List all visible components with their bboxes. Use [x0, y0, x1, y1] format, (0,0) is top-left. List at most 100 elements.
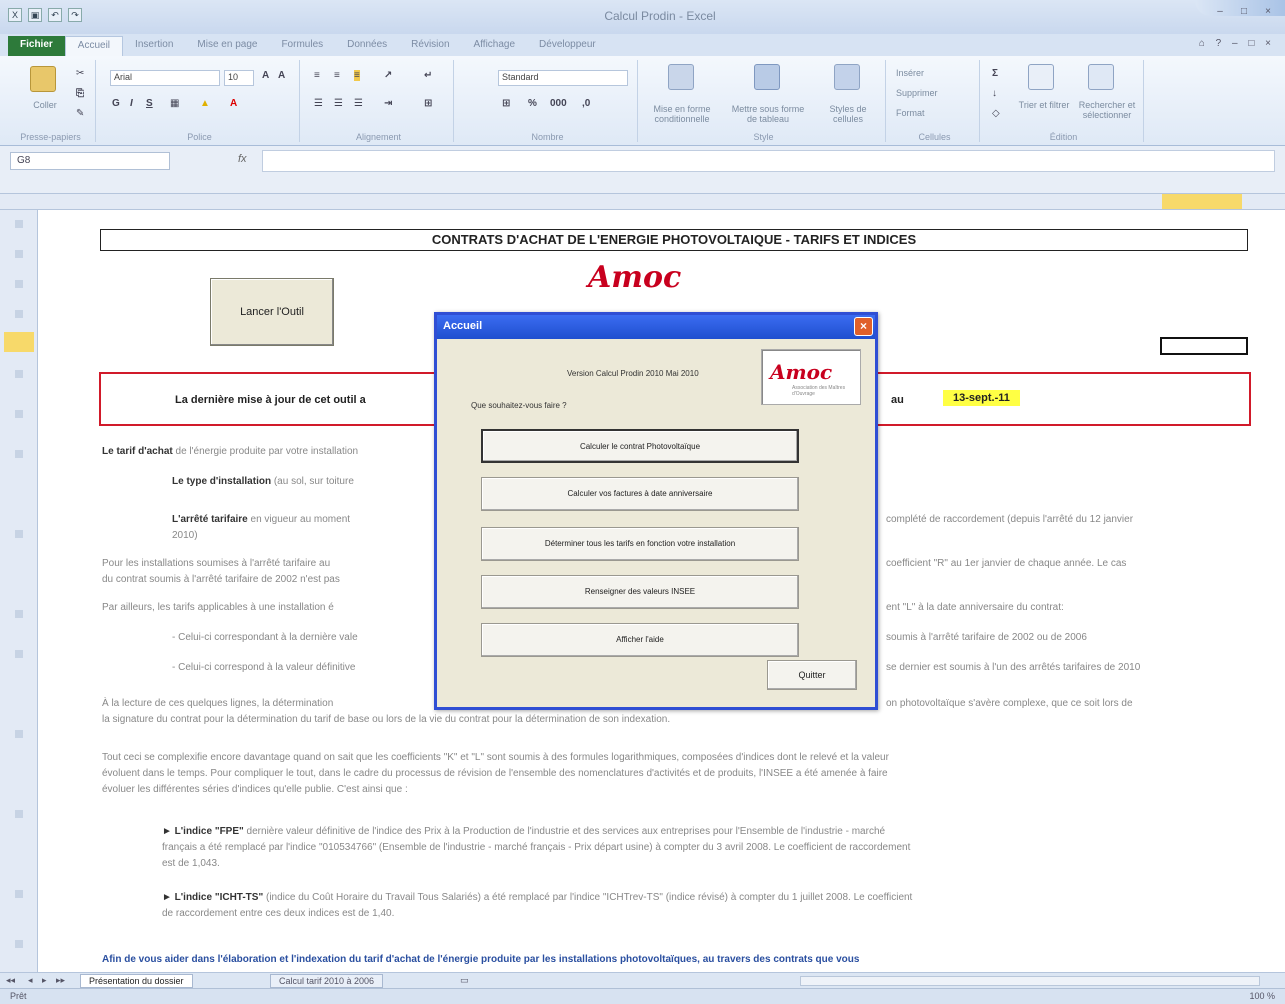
maximize-button[interactable]: □ — [1235, 6, 1253, 20]
row-header[interactable] — [0, 210, 38, 972]
delete-button[interactable]: Supprimer — [896, 88, 938, 98]
align-top-icon[interactable]: ≡ — [314, 70, 320, 81]
cut-icon[interactable]: ✂ — [76, 68, 84, 79]
format-button[interactable]: Format — [896, 108, 925, 118]
shrink-font-icon[interactable]: A — [278, 70, 285, 81]
sheet-tab-presentation[interactable]: Présentation du dossier — [80, 974, 193, 988]
tab-file[interactable]: Fichier — [8, 36, 65, 56]
save-icon[interactable]: ▣ — [28, 8, 42, 22]
indent-icon[interactable]: ⇥ — [384, 98, 392, 109]
redo-icon[interactable]: ↷ — [68, 8, 82, 22]
tab-data[interactable]: Données — [335, 36, 399, 56]
calculate-invoices-button[interactable]: Calculer vos factures à date anniversair… — [481, 477, 799, 511]
clear-icon[interactable]: ◇ — [992, 108, 1000, 119]
copy-icon[interactable]: ⎘ — [76, 88, 84, 99]
selected-row-indicator — [4, 332, 34, 352]
quick-access-toolbar: X ▣ ↶ ↷ — [8, 8, 82, 22]
name-box[interactable]: G8 — [10, 152, 170, 170]
status-text: Prêt — [10, 991, 27, 1001]
align-bottom-icon[interactable]: ≡ — [354, 70, 360, 81]
prev-sheet-icon[interactable]: ◂ — [28, 975, 33, 986]
cell-styles-icon[interactable] — [834, 64, 860, 90]
font-color-icon[interactable]: A — [230, 98, 237, 109]
align-center-icon[interactable]: ☰ — [334, 98, 343, 109]
tab-home[interactable]: Accueil — [64, 36, 124, 56]
percent-icon[interactable]: % — [528, 98, 537, 109]
help-controls[interactable]: ⌂ ? – □ × — [1199, 38, 1275, 49]
font-size-select[interactable]: 10 — [224, 70, 254, 86]
underline-icon[interactable]: S — [146, 98, 153, 109]
next-sheet-icon[interactable]: ▸ — [42, 975, 47, 986]
grow-font-icon[interactable]: A — [262, 70, 269, 81]
row-marker — [15, 530, 23, 538]
sheet-tab-calcul[interactable]: Calcul tarif 2010 à 2006 — [270, 974, 384, 988]
align-left-icon[interactable]: ☰ — [314, 98, 323, 109]
fill-icon[interactable]: ↓ — [992, 88, 997, 99]
show-help-button[interactable]: Afficher l'aide — [481, 623, 799, 657]
currency-icon[interactable]: ⊞ — [502, 98, 510, 109]
find-select-icon[interactable] — [1088, 64, 1114, 90]
merge-icon[interactable]: ⊞ — [424, 98, 432, 109]
tab-insert[interactable]: Insertion — [123, 36, 185, 56]
number-format-select[interactable]: Standard — [498, 70, 628, 86]
conditional-format-button[interactable]: Mise en forme conditionnelle — [646, 104, 718, 124]
group-label-cells: Cellules — [918, 132, 951, 142]
align-right-icon[interactable]: ☰ — [354, 98, 363, 109]
paragraph-line: - Celui-ci correspond à la valeur défini… — [172, 662, 356, 673]
table-format-icon[interactable] — [754, 64, 780, 90]
sort-filter-icon[interactable] — [1028, 64, 1054, 90]
function-icon[interactable]: fx — [238, 153, 247, 165]
autosum-icon[interactable]: Σ — [992, 68, 998, 79]
paragraph-line: L'arrêté tarifaire en vigueur au moment — [172, 514, 351, 525]
selected-cell-box[interactable] — [1160, 337, 1248, 355]
logo-subtitle: Association des Maîtres d'Ouvrage — [792, 385, 846, 397]
decimal-icon[interactable]: ,0 — [582, 98, 590, 109]
italic-icon[interactable]: I — [130, 98, 133, 109]
conditional-format-icon[interactable] — [668, 64, 694, 90]
close-window-button[interactable]: × — [1259, 6, 1277, 20]
new-sheet-icon[interactable]: ▭ — [460, 975, 469, 986]
sort-filter-button[interactable]: Trier et filtrer — [1016, 100, 1072, 110]
horizontal-scrollbar[interactable] — [800, 976, 1260, 986]
borders-icon[interactable]: ▦ — [170, 98, 179, 109]
window-controls: – □ × — [1211, 6, 1277, 20]
row-marker — [15, 250, 23, 258]
paragraph-line: À la lecture de ces quelques lignes, la … — [102, 698, 334, 709]
minimize-button[interactable]: – — [1211, 6, 1229, 20]
column-header[interactable] — [0, 194, 1285, 210]
table-format-button[interactable]: Mettre sous forme de tableau — [726, 104, 810, 124]
zoom-level[interactable]: 100 % — [1249, 991, 1275, 1001]
formula-input[interactable] — [262, 150, 1275, 172]
row-marker — [15, 370, 23, 378]
align-middle-icon[interactable]: ≡ — [334, 70, 340, 81]
paragraph-line: du contrat soumis à l'arrêté tarifaire d… — [102, 574, 340, 585]
paragraph-line: évoluer les différentes séries d'indices… — [102, 784, 408, 795]
font-name-select[interactable]: Arial — [110, 70, 220, 86]
fill-color-icon[interactable]: ▲ — [200, 98, 210, 109]
tab-developer[interactable]: Développeur — [527, 36, 608, 56]
tab-view[interactable]: Affichage — [462, 36, 528, 56]
thousands-icon[interactable]: 000 — [550, 98, 567, 109]
orientation-icon[interactable]: ↗ — [384, 70, 392, 81]
calculate-contract-button[interactable]: Calculer le contrat Photovoltaïque — [481, 429, 799, 463]
tab-page-layout[interactable]: Mise en page — [185, 36, 269, 56]
format-painter-icon[interactable]: ✎ — [76, 108, 84, 119]
first-sheet-icon[interactable]: ◂◂ — [6, 975, 15, 986]
quit-button[interactable]: Quitter — [767, 660, 857, 690]
find-select-button[interactable]: Rechercher et sélectionner — [1074, 100, 1140, 120]
bold-icon[interactable]: G — [112, 98, 120, 109]
paste-button[interactable]: Coller — [20, 100, 70, 110]
launch-tool-button[interactable]: Lancer l'Outil — [210, 278, 334, 346]
excel-logo-icon: X — [8, 8, 22, 22]
last-sheet-icon[interactable]: ▸▸ — [56, 975, 65, 986]
determine-tariffs-button[interactable]: Déterminer tous les tarifs en fonction v… — [481, 527, 799, 561]
tab-review[interactable]: Révision — [399, 36, 461, 56]
undo-icon[interactable]: ↶ — [48, 8, 62, 22]
wrap-text-icon[interactable]: ↵ — [424, 70, 432, 81]
insee-values-button[interactable]: Renseigner des valeurs INSEE — [481, 575, 799, 609]
cell-styles-button[interactable]: Styles de cellules — [816, 104, 880, 124]
paste-icon[interactable] — [30, 66, 56, 92]
insert-button[interactable]: Insérer — [896, 68, 924, 78]
dialog-close-button[interactable]: × — [854, 317, 873, 336]
tab-formulas[interactable]: Formules — [269, 36, 335, 56]
